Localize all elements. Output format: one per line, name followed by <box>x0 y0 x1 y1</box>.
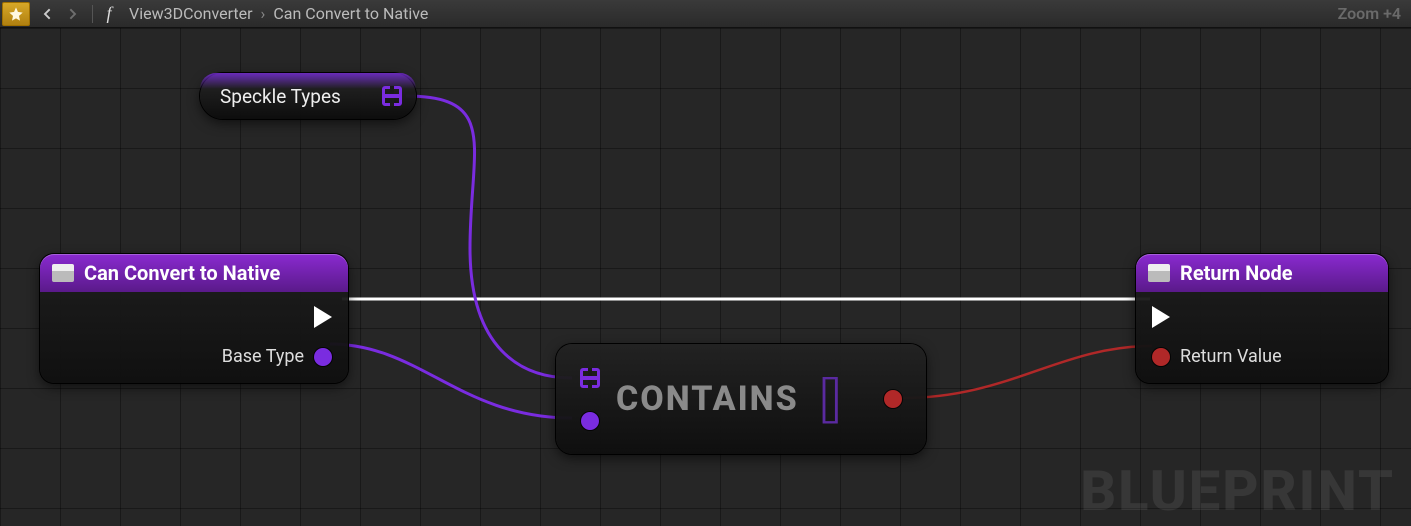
wildcard-brackets-icon: [ ] <box>819 371 836 428</box>
pin-output-array[interactable] <box>382 86 402 106</box>
function-return-icon <box>1148 264 1170 282</box>
pin-label: Base Type <box>222 346 304 367</box>
favorite-button[interactable] <box>2 2 30 26</box>
node-title: CONTAINS <box>616 379 799 419</box>
node-function-return[interactable]: Return Node Return Value <box>1136 254 1388 383</box>
node-title: Can Convert to Native <box>84 261 280 285</box>
zoom-indicator: Zoom +4 <box>1338 4 1401 23</box>
arrow-left-icon <box>39 6 55 22</box>
node-title: Return Node <box>1180 261 1293 285</box>
nav-forward-button[interactable] <box>60 2 86 26</box>
node-header[interactable]: Return Node <box>1136 254 1388 292</box>
function-icon: f <box>99 3 119 24</box>
nav-back-button[interactable] <box>34 2 60 26</box>
data-pin-icon <box>1152 348 1170 366</box>
node-function-entry[interactable]: Can Convert to Native Base Type <box>40 254 348 383</box>
variable-name: Speckle Types <box>220 85 341 108</box>
function-entry-icon <box>52 264 74 282</box>
breadcrumb-item[interactable]: View3DConverter <box>129 4 253 23</box>
pin-return-value-in[interactable]: Return Value <box>1152 346 1282 367</box>
breadcrumb: View3DConverter › Can Convert to Native <box>129 4 428 23</box>
node-contains[interactable]: CONTAINS [ ] <box>556 344 926 454</box>
node-variable-get[interactable]: Speckle Types <box>200 73 416 119</box>
exec-pin-icon <box>314 306 332 328</box>
data-pin-icon <box>314 348 332 366</box>
pin-exec-in[interactable] <box>1152 306 1282 328</box>
pin-input-item[interactable] <box>581 412 599 430</box>
star-icon <box>8 6 24 22</box>
chevron-right-icon: › <box>261 4 266 23</box>
breadcrumb-item[interactable]: Can Convert to Native <box>273 4 428 23</box>
pin-label: Return Value <box>1180 346 1282 367</box>
divider <box>92 5 93 23</box>
pin-output-bool[interactable] <box>884 390 902 408</box>
node-header[interactable]: Can Convert to Native <box>40 254 348 292</box>
pin-base-type-out[interactable]: Base Type <box>222 346 332 367</box>
blueprint-watermark: BLUEPRINT <box>1080 458 1395 524</box>
pin-input-array[interactable] <box>580 368 600 388</box>
toolbar: f View3DConverter › Can Convert to Nativ… <box>0 0 1411 28</box>
blueprint-graph[interactable]: Speckle Types Can Convert to Native Base… <box>0 28 1411 526</box>
pin-exec-out[interactable] <box>314 306 332 328</box>
exec-pin-icon <box>1152 306 1170 328</box>
arrow-right-icon <box>65 6 81 22</box>
